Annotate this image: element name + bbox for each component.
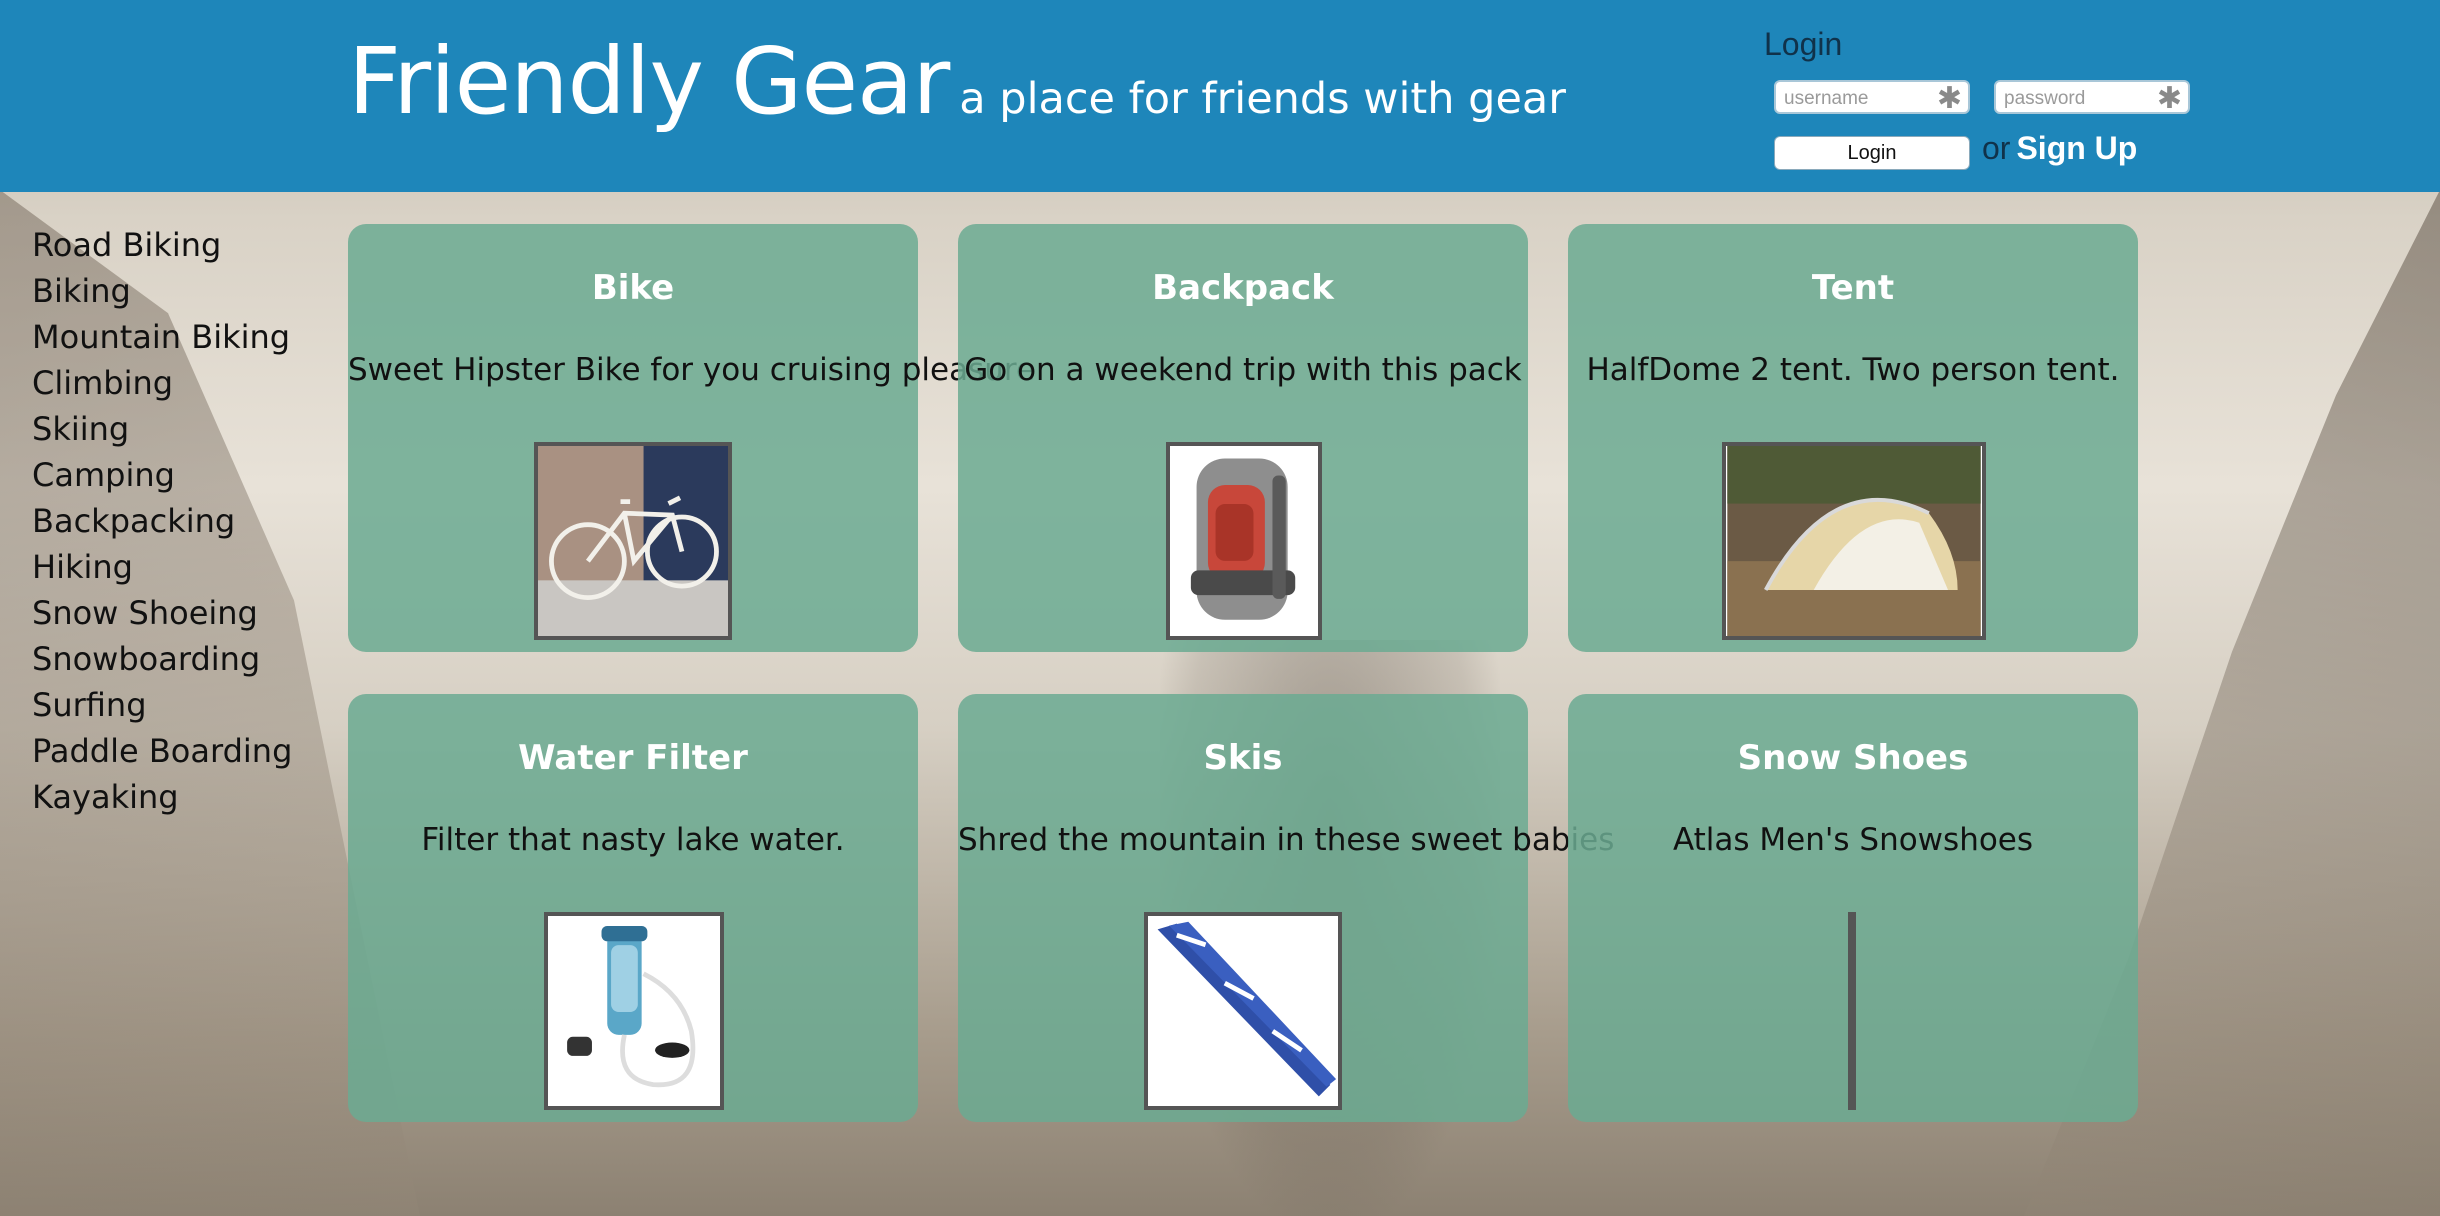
gear-card-description: HalfDome 2 tent. Two person tent. (1586, 352, 2120, 388)
signup-prompt: or Sign Up (1982, 130, 2137, 167)
water-filter-icon (548, 916, 720, 1106)
site-header: Friendly Gear a place for friends with ge… (0, 0, 2440, 192)
category-sidebar: Road Biking Biking Mountain Biking Climb… (32, 222, 292, 820)
gear-card-description: Shred the mountain in these sweet babies (958, 822, 1615, 858)
skis-icon (1148, 916, 1338, 1106)
water-filter-photo[interactable] (544, 912, 724, 1110)
sidebar-item-skiing[interactable]: Skiing (32, 406, 292, 452)
sidebar-item-climbing[interactable]: Climbing (32, 360, 292, 406)
gear-card-bike[interactable]: Bike Sweet Hipster Bike for you cruising… (348, 224, 1035, 652)
bike-icon (538, 446, 728, 636)
login-button[interactable]: Login (1774, 136, 1970, 170)
skis-photo[interactable] (1144, 912, 1342, 1110)
sidebar-item-hiking[interactable]: Hiking (32, 544, 292, 590)
sidebar-item-mountain-biking[interactable]: Mountain Biking (32, 314, 292, 360)
password-field-wrapper: ✱ (1994, 80, 2190, 116)
sidebar-item-snowboarding[interactable]: Snowboarding (32, 636, 292, 682)
broken-image (1848, 912, 1856, 1110)
sidebar-item-backpacking[interactable]: Backpacking (32, 498, 292, 544)
required-asterisk-icon: ✱ (2156, 81, 2182, 116)
or-text: or (1982, 130, 2011, 166)
gear-card-description: Sweet Hipster Bike for you cruising plea… (348, 352, 1035, 388)
required-asterisk-icon: ✱ (1936, 81, 1962, 116)
sidebar-item-camping[interactable]: Camping (32, 452, 292, 498)
site-title[interactable]: Friendly Gear (348, 28, 950, 135)
sidebar-item-paddle-boarding[interactable]: Paddle Boarding (32, 728, 292, 774)
gear-card-title: Bike (591, 268, 675, 308)
gear-card-snow-shoes[interactable]: Snow Shoes Atlas Men's Snowshoes (1568, 694, 2138, 1122)
sidebar-item-road-biking[interactable]: Road Biking (32, 222, 292, 268)
sidebar-item-snow-shoeing[interactable]: Snow Shoeing (32, 590, 292, 636)
sidebar-item-surfing[interactable]: Surfing (32, 682, 292, 728)
gear-card-title: Skis (1203, 738, 1283, 778)
gear-card-title: Backpack (1152, 268, 1334, 308)
sidebar-item-biking[interactable]: Biking (32, 268, 292, 314)
gear-card-description: Atlas Men's Snowshoes (1672, 822, 2034, 858)
gear-card-description: Go on a weekend trip with this pack (964, 352, 1522, 388)
backpack-icon (1170, 447, 1318, 635)
gear-card-backpack[interactable]: Backpack Go on a weekend trip with this … (958, 224, 1528, 652)
login-form: Login ✱ ✱ Login orSign Up (1764, 26, 2224, 176)
signup-link[interactable]: Sign Up (2016, 130, 2137, 166)
username-input[interactable] (1782, 84, 1936, 114)
password-input[interactable] (2002, 84, 2156, 114)
tent-photo[interactable] (1722, 442, 1986, 640)
gear-card-title: Water Filter (518, 738, 748, 778)
gear-card-water-filter[interactable]: Water Filter Filter that nasty lake wate… (348, 694, 918, 1122)
gear-card-title: Snow Shoes (1737, 738, 1969, 778)
gear-card-skis[interactable]: Skis Shred the mountain in these sweet b… (958, 694, 1615, 1122)
login-heading: Login (1764, 26, 1843, 62)
gear-card-description: Filter that nasty lake water. (421, 822, 845, 858)
sidebar-item-kayaking[interactable]: Kayaking (32, 774, 292, 820)
username-field-wrapper: ✱ (1774, 80, 1970, 116)
tent-icon (1727, 446, 1981, 636)
brand: Friendly Gear a place for friends with ge… (348, 28, 1566, 135)
gear-card-tent[interactable]: Tent HalfDome 2 tent. Two person tent. (1568, 224, 2138, 652)
site-tagline: a place for friends with gear (959, 74, 1566, 124)
backpack-photo[interactable] (1166, 442, 1322, 640)
gear-card-title: Tent (1811, 268, 1895, 308)
bike-photo[interactable] (534, 442, 732, 640)
